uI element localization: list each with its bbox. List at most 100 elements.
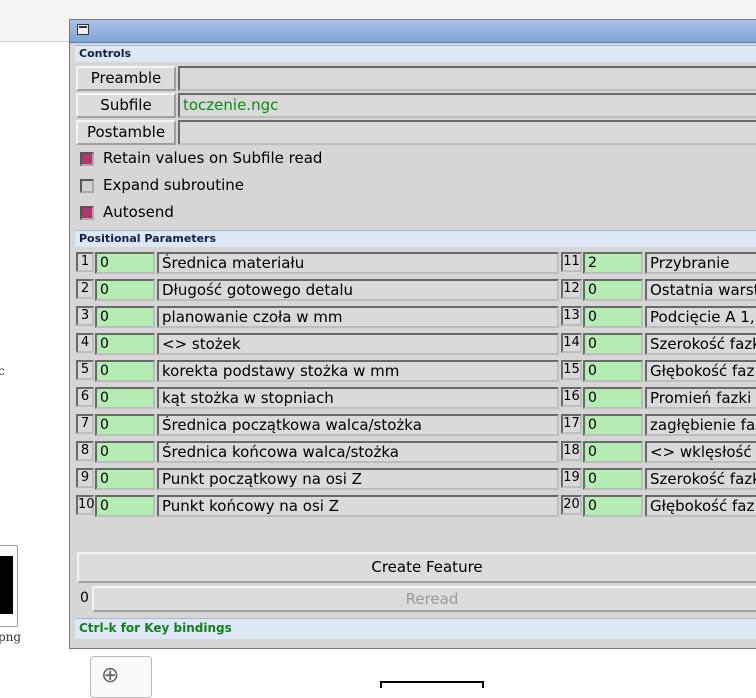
param-row: 7 0 Średnica początkowa walca/stożka [76,413,561,436]
param-label: Punkt początkowy na osi Z [157,468,559,490]
param-label: Szerokość fazk [645,468,756,490]
param-number: 1 [76,252,94,272]
param-label: korekta podstawy stożka w mm [157,360,559,382]
param-value-input[interactable]: 0 [95,279,155,301]
reread-button[interactable]: Reread [92,586,756,612]
param-number: 4 [76,333,94,353]
param-value-input[interactable]: 0 [95,252,155,274]
param-value-input[interactable]: 0 [583,360,643,382]
param-label: kąt stożka w stopniach [157,387,559,409]
param-value-input[interactable]: 0 [583,279,643,301]
param-value-input[interactable]: 2 [583,252,643,274]
param-row: 11 2 Przybranie [561,251,756,274]
param-label: Promień fazki s [645,387,756,409]
status-bar: Ctrl-k for Key bindings [75,618,756,639]
param-row: 14 0 Szerokość fazk [561,332,756,355]
param-value-input[interactable]: 0 [95,387,155,409]
param-label: Szerokość fazk [645,333,756,355]
param-number: 13 [561,306,582,326]
param-row: 9 0 Punkt początkowy na osi Z [76,467,561,490]
feature-dialog-window: Controls Preamble Subfile toczenie.ngc P… [69,19,756,649]
window-titlebar[interactable] [70,20,756,43]
param-row: 17 0 zagłębienie faz [561,413,756,436]
param-number: 14 [561,333,582,353]
param-number: 10 [76,495,95,515]
expand-subroutine-checkbox[interactable] [80,179,94,193]
param-row: 12 0 Ostatnia warst [561,278,756,301]
param-number: 18 [561,441,582,461]
param-number: 17 [561,414,582,434]
param-label: Ostatnia warst [645,279,756,301]
param-number: 2 [76,279,94,299]
param-number: 5 [76,360,94,380]
param-value-input[interactable]: 0 [583,468,643,490]
param-row: 10 0 Punkt końcowy na osi Z [76,494,561,517]
param-label: Średnica początkowa walca/stożka [157,414,559,436]
param-row: 15 0 Głębokość faz [561,359,756,382]
param-value-input[interactable]: 0 [95,333,155,355]
subfile-field[interactable]: toczenie.ngc [178,93,756,118]
param-label: Długość gotowego detalu [157,279,559,301]
param-number: 8 [76,441,94,461]
preamble-field[interactable] [178,66,756,91]
param-row: 3 0 planowanie czoła w mm [76,305,561,328]
param-row: 5 0 korekta podstawy stożka w mm [76,359,561,382]
param-row: 8 0 Średnica końcowa walca/stożka [76,440,561,463]
param-value-input[interactable]: 0 [583,387,643,409]
background-text: c [0,364,5,378]
param-value-input[interactable]: 0 [95,468,155,490]
param-label: Średnica materiału [157,252,559,274]
reread-count: 0 [80,590,89,606]
param-label: Przybranie [645,252,756,274]
controls-header: Controls [75,45,756,62]
param-number: 11 [561,252,582,272]
create-feature-button[interactable]: Create Feature [77,552,756,583]
param-label: <> wklęsłość fa [645,441,756,463]
param-number: 16 [561,387,582,407]
autosend-checkbox[interactable] [80,206,94,220]
param-number: 7 [76,414,94,434]
expand-subroutine-label: Expand subroutine [103,176,245,194]
param-row: 13 0 Podcięcie A 1, [561,305,756,328]
param-label: planowanie czoła w mm [157,306,559,328]
param-number: 20 [561,495,582,515]
param-row: 1 0 Średnica materiału [76,251,561,274]
param-value-input[interactable]: 0 [583,441,643,463]
param-label: Punkt końcowy na osi Z [157,495,559,517]
param-value-input[interactable]: 0 [95,441,155,463]
param-label: Podcięcie A 1, [645,306,756,328]
param-value-input[interactable]: 0 [583,306,643,328]
param-value-input[interactable]: 0 [95,306,155,328]
param-number: 15 [561,360,582,380]
postamble-field[interactable] [178,120,756,145]
positional-parameters-header: Positional Parameters [75,230,756,247]
param-row: 4 0 <> stożek [76,332,561,355]
param-row: 6 0 kąt stożka w stopniach [76,386,561,409]
param-row: 16 0 Promień fazki s [561,386,756,409]
retain-values-label: Retain values on Subfile read [103,149,323,167]
param-value-input[interactable]: 0 [95,414,155,436]
background-thumbnail[interactable] [0,545,18,627]
background-element [380,681,484,688]
subfile-button[interactable]: Subfile [76,93,176,118]
param-value-input[interactable]: 0 [95,495,155,517]
param-number: 9 [76,468,94,488]
param-row: 18 0 <> wklęsłość fa [561,440,756,463]
retain-values-checkbox[interactable] [80,152,94,166]
param-value-input[interactable]: 0 [583,414,643,436]
postamble-button[interactable]: Postamble [76,120,176,145]
param-row: 19 0 Szerokość fazk [561,467,756,490]
preamble-button[interactable]: Preamble [76,66,176,91]
background-file-icon[interactable]: ⊕ [90,656,152,698]
param-label: Średnica końcowa walca/stożka [157,441,559,463]
param-row: 2 0 Długość gotowego detalu [76,278,561,301]
param-number: 6 [76,387,94,407]
param-value-input[interactable]: 0 [583,333,643,355]
background-filename: png [0,630,22,644]
window-menu-icon[interactable] [77,24,89,35]
param-value-input[interactable]: 0 [583,495,643,517]
param-row: 20 0 Głębokość faz [561,494,756,517]
param-number: 19 [561,468,582,488]
param-value-input[interactable]: 0 [95,360,155,382]
param-label: Głębokość faz [645,495,756,517]
